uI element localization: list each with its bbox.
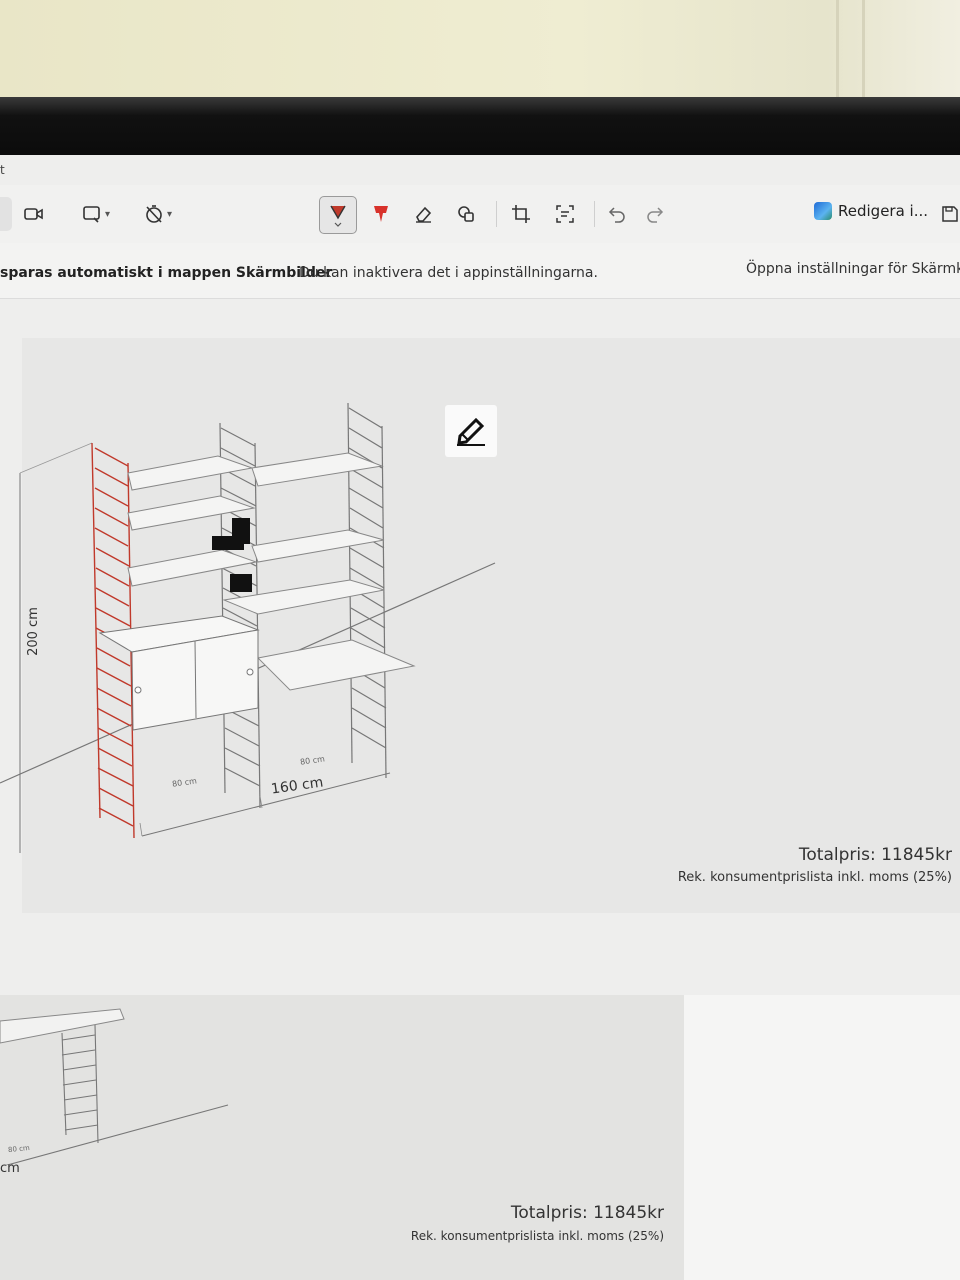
snip-mode-dropdown[interactable]: ▾: [76, 197, 116, 231]
text-actions-button[interactable]: [552, 197, 578, 231]
price-note: Rek. konsumentprislista inkl. moms (25%): [677, 870, 952, 885]
edit-in-app-button[interactable]: Redigera i...: [814, 197, 928, 225]
toolbar-separator: [594, 201, 595, 227]
chevron-down-icon: ▾: [166, 208, 173, 220]
background-wall: [0, 0, 960, 100]
save-button[interactable]: [940, 197, 960, 231]
timer-off-icon: [146, 205, 162, 223]
save-icon: [942, 206, 958, 222]
lower-right-panel: [684, 995, 960, 1280]
pen-tool-button[interactable]: [319, 196, 357, 234]
crop-icon: [512, 205, 530, 223]
ballpoint-pen-icon: [330, 205, 346, 227]
lower-shelf-fragment: [0, 1008, 229, 1165]
record-button[interactable]: [20, 197, 48, 231]
height-dimension-label: 200 cm: [25, 607, 41, 656]
open-settings-link[interactable]: Öppna inställningar för Skärmklip: [746, 261, 960, 277]
window-title: t: [0, 163, 5, 177]
lower-price-note: Rek. konsumentprislista inkl. moms (25%): [410, 1229, 664, 1243]
lower-total-price: Totalpris: 11845kr: [510, 1203, 664, 1223]
edit-design-button[interactable]: [445, 405, 497, 457]
middle-ladder: [219, 422, 261, 809]
undo-button[interactable]: [604, 197, 630, 231]
video-camera-icon: [24, 208, 43, 220]
text-actions-icon: [556, 205, 574, 223]
notice-strong-text: sparas automatiskt i mappen Skärmbilder: [0, 265, 333, 281]
eraser-icon: [416, 206, 432, 223]
rectangle-snip-icon: [83, 206, 100, 223]
total-price: Totalpris: 11845kr: [798, 845, 952, 865]
snipping-tool-window: t ▾ ▾ Redigera i... sparas automatiskt i…: [0, 155, 960, 995]
crop-button[interactable]: [508, 197, 534, 231]
highlighter-icon: [374, 206, 388, 222]
edit-in-app-label: Redigera i...: [838, 202, 929, 220]
autosave-notice-bar: sparas automatiskt i mappen Skärmbilder …: [0, 243, 960, 299]
shelf-illustration: [0, 402, 496, 853]
wall-edge: [836, 0, 839, 100]
redo-icon: [647, 207, 664, 223]
toolbar-edge-button[interactable]: [0, 197, 12, 231]
toolbar-separator: [496, 201, 497, 227]
wall-edge: [862, 0, 865, 100]
delay-dropdown[interactable]: ▾: [138, 197, 178, 231]
redo-button[interactable]: [642, 197, 668, 231]
shapes-icon: [458, 206, 474, 222]
lower-configurator-panel: cm 80 cm Totalpris: 11845kr Rek. konsume…: [0, 995, 684, 1280]
pencil-edit-icon: [457, 417, 485, 446]
shapes-button[interactable]: [453, 197, 479, 231]
lower-screen-region: cm 80 cm Totalpris: 11845kr Rek. konsume…: [0, 995, 960, 1280]
highlighter-button[interactable]: [368, 197, 394, 231]
chevron-down-icon: ▾: [104, 208, 111, 220]
lower-width-label: cm: [0, 1161, 20, 1176]
undo-icon: [608, 207, 625, 223]
monitor-bezel: [0, 97, 960, 159]
paint-app-icon: [814, 202, 832, 220]
notice-message: Du kan inaktivera det i appinställningar…: [299, 265, 598, 281]
toolbar: ▾ ▾ Redigera i...: [0, 185, 960, 243]
eraser-button[interactable]: [410, 197, 436, 231]
